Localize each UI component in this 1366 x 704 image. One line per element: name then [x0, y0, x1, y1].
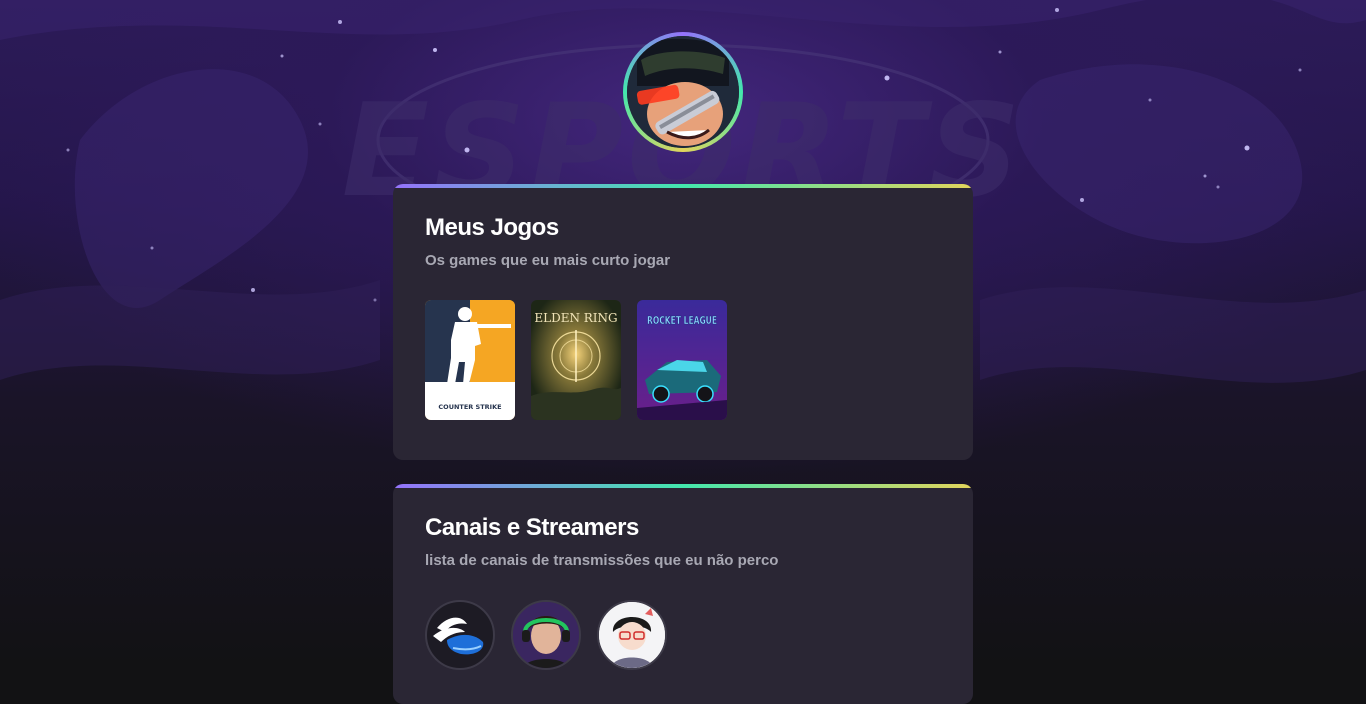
winged-shoe-avatar-icon — [433, 617, 484, 655]
games-subtitle: Os games que eu mais curto jogar — [425, 252, 671, 269]
games-title: Meus Jogos — [425, 214, 559, 241]
rocket-league-cover-icon: ROCKET LEAGUE — [637, 300, 727, 420]
rocket-league-logo-text: ROCKET LEAGUE — [647, 314, 717, 327]
game-counter-strike[interactable]: COUNTER STRIKE — [425, 300, 515, 420]
elden-ring-cover-icon: ELDEN RING — [531, 300, 621, 420]
streamer-winged-shoe[interactable] — [425, 600, 495, 670]
streamers-title: Canais e Streamers — [425, 514, 639, 541]
streamer-anime-glasses[interactable] — [597, 600, 667, 670]
streamer-headset-avatar-icon — [513, 602, 579, 668]
counter-strike-cover-icon: COUNTER STRIKE — [425, 300, 515, 420]
anime-glasses-avatar-icon — [599, 602, 665, 668]
elden-ring-logo-text: ELDEN RING — [534, 311, 617, 325]
profile-avatar[interactable] — [623, 32, 743, 152]
page-content: Meus Jogos Os games que eu mais curto jo… — [0, 0, 1366, 704]
game-rocket-league[interactable]: ROCKET LEAGUE — [637, 300, 727, 420]
cs-logo-text: COUNTER STRIKE — [438, 403, 501, 411]
streamers-subtitle: lista de canais de transmissões que eu n… — [425, 552, 779, 569]
streamer-headset[interactable] — [511, 600, 581, 670]
game-elden-ring[interactable]: ELDEN RING — [531, 300, 621, 420]
anime-character-avatar-icon — [627, 36, 739, 148]
games-card: Meus Jogos Os games que eu mais curto jo… — [393, 184, 973, 460]
streamers-card: Canais e Streamers lista de canais de tr… — [393, 484, 973, 704]
games-list: COUNTER STRIKE ELDEN RING ROCKET LEAGUE — [425, 300, 727, 420]
streamers-list — [425, 600, 667, 670]
